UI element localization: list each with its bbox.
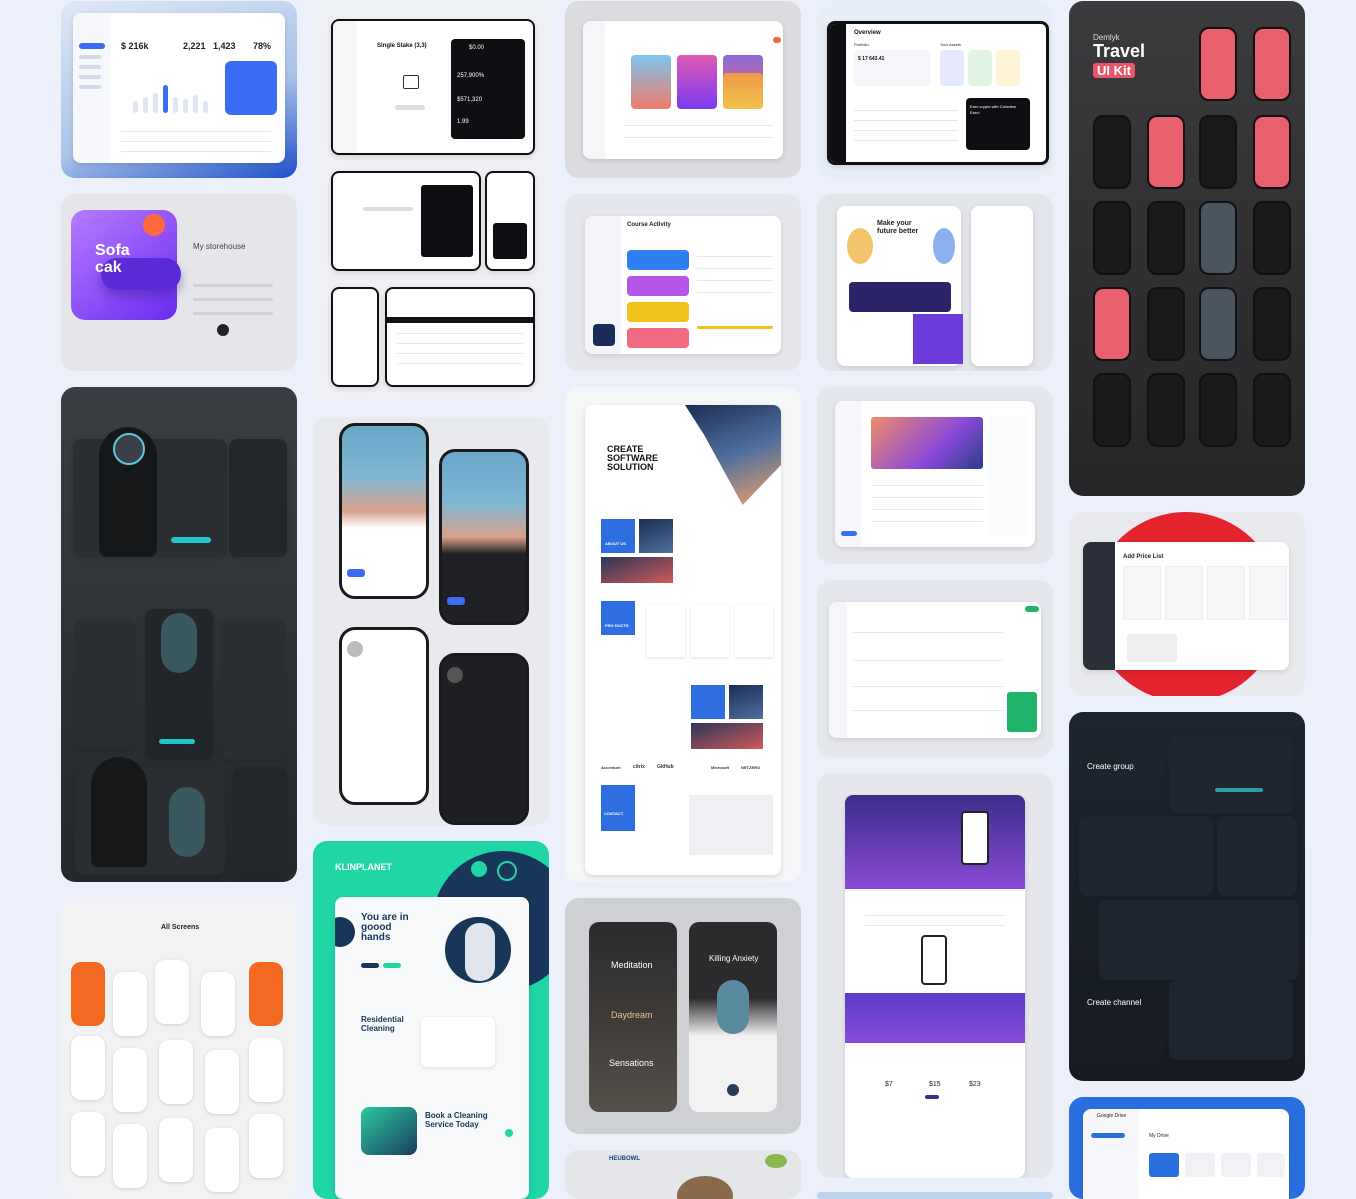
design-card-media[interactable] — [565, 1, 801, 178]
meditation-daydream: Daydream — [611, 1010, 653, 1020]
design-card-software[interactable]: CREATE SOFTWARE SOLUTION ABOUT US PRO DU… — [565, 387, 801, 882]
design-card-future[interactable]: Make your future better — [817, 194, 1053, 371]
pricing-2: $15 — [929, 1081, 941, 1088]
create-group-label: Create group — [1087, 762, 1134, 771]
design-card-chat-groups[interactable]: Create group Create channel — [1069, 712, 1305, 1081]
software-title: CREATE SOFTWARE SOLUTION — [607, 444, 658, 472]
stake-value2: $571,320 — [457, 97, 483, 103]
meditation-sensations: Sensations — [609, 1058, 654, 1068]
design-card-google-drive[interactable]: Google Drive My Drive — [1069, 1097, 1305, 1199]
overview-assets: Your Assets — [940, 42, 961, 47]
software-products: PRO DUCTS — [605, 623, 629, 628]
design-card-all-screens[interactable]: All Screens — [61, 898, 297, 1199]
design-card-game-skins[interactable] — [61, 387, 297, 882]
design-card-heubowl[interactable]: HEUBOWL — [565, 1150, 801, 1199]
logo-citrix: citrix — [633, 764, 645, 770]
design-card-stake[interactable]: Single Stake (3,3) $0.00 257,900% $571,3… — [313, 1, 549, 401]
design-card-price-list[interactable]: Add Price List — [1069, 512, 1305, 696]
design-card-course[interactable]: Course Activity — [565, 194, 801, 371]
cleaning-book: Book a Cleaning Service Today — [425, 1111, 488, 1129]
overview-promo: Earn crypto with Coinview Earn! — [970, 104, 1017, 115]
meditation-title: Meditation — [611, 960, 653, 970]
stake-value3: 1.99 — [457, 119, 469, 125]
overview-subtitle: Portfolio — [854, 42, 869, 47]
sofa-subtitle: My storehouse — [193, 242, 246, 251]
software-about: ABOUT US — [605, 541, 626, 546]
cleaning-service: Residential Cleaning — [361, 1015, 404, 1033]
overview-amount: $ 17 643.41 — [858, 56, 885, 62]
design-card-meditation[interactable]: Meditation Daydream Sensations Killing A… — [565, 898, 801, 1134]
course-title: Course Activity — [627, 222, 671, 228]
software-contact: CONTACT — [604, 811, 624, 816]
design-card-sofa[interactable]: Sofa cak My storehouse — [61, 194, 297, 371]
design-card-dashboard[interactable]: $ 216k 2,221 1,423 78% — [61, 1, 297, 178]
heubowl-brand: HEUBOWL — [609, 1156, 640, 1162]
logo-github: GitHub — [657, 764, 674, 770]
design-card-admin[interactable] — [817, 387, 1053, 564]
future-title: Make your future better — [877, 220, 919, 235]
all-screens-title: All Screens — [161, 924, 200, 931]
cleaning-headline: You are in goood hands — [361, 912, 409, 943]
meditation-anxiety: Killing Anxiety — [709, 954, 759, 963]
create-channel-label: Create channel — [1087, 998, 1142, 1007]
cleaning-brand: KLINPLANET — [335, 862, 392, 872]
pricing-1: $7 — [885, 1081, 893, 1088]
design-card-landing[interactable]: $7 $15 $23 — [817, 773, 1053, 1178]
sofa-title: Sofa cak — [95, 242, 130, 276]
design-card-quran[interactable] — [817, 580, 1053, 757]
logo-microsoft: Microsoft — [711, 765, 729, 770]
pricing-3: $23 — [969, 1081, 981, 1088]
design-card-blue-bottom[interactable] — [817, 1192, 1053, 1199]
design-card-travel[interactable]: Demlyk Travel UI Kit — [1069, 1, 1305, 496]
stake-value1: 257,900% — [457, 73, 485, 79]
stake-title: Single Stake (3,3) — [377, 43, 427, 49]
overview-title: Overview — [854, 30, 881, 36]
logo-accenture: Accenture — [601, 765, 621, 770]
drive-subtitle: My Drive — [1149, 1133, 1169, 1139]
travel-title: Travel — [1093, 41, 1146, 61]
design-card-cleaning[interactable]: KLINPLANET You are in goood hands Reside… — [313, 841, 549, 1199]
dashboard-screenshot: $ 216k 2,221 1,423 78% — [73, 13, 285, 163]
design-card-weather-phones[interactable] — [313, 417, 549, 825]
stake-amount: $0.00 — [469, 45, 485, 51]
design-card-overview[interactable]: Overview Portfolio $ 17 643.41 Your Asse… — [817, 1, 1053, 178]
price-title: Add Price List — [1123, 554, 1164, 560]
travel-badge: UI Kit — [1093, 63, 1135, 78]
logo-netzero: NETZERO — [741, 765, 761, 770]
drive-title: Google Drive — [1097, 1113, 1127, 1119]
